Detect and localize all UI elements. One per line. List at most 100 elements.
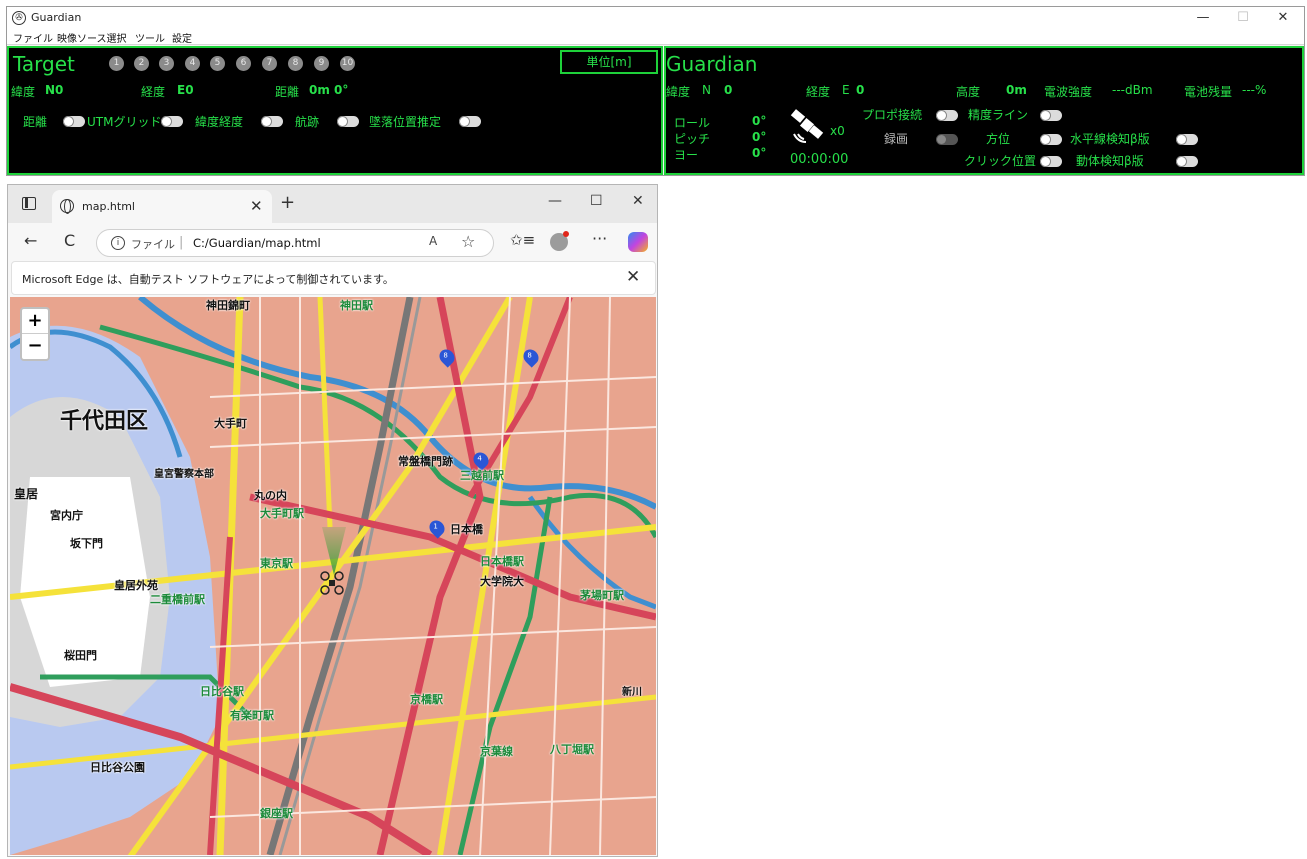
guardian-lat-n: N <box>702 83 711 97</box>
zoom-out-button[interactable]: − <box>22 334 48 359</box>
target-7-button[interactable]: 7 <box>262 56 277 71</box>
file-label: ファイル <box>131 238 175 251</box>
map-label-nijubashimae: 二重橋前駅 <box>150 593 205 606</box>
address-bar[interactable]: i ファイル | C:/Guardian/map.html A ☆ <box>96 229 494 257</box>
copilot-icon[interactable] <box>628 232 648 252</box>
unit-button[interactable]: 単位[m] <box>560 50 658 74</box>
altitude-label: 高度 <box>956 85 981 99</box>
app-menubar: ファイル 映像ソース選択 ツール 設定 <box>7 29 1304 45</box>
automation-infobar: Microsoft Edge は、自動テスト ソフトウェアによって制御されていま… <box>11 261 656 295</box>
map-label-nishikicho: 神田錦町 <box>206 299 250 312</box>
altitude-value: 0m <box>1006 83 1027 97</box>
yaw-label: ヨー <box>674 148 699 162</box>
map-label-sakashitamon: 坂下門 <box>70 537 103 550</box>
target-10-button[interactable]: 10 <box>340 56 355 71</box>
globe-icon <box>60 199 74 214</box>
map-label-mitsukoshimae: 三越前駅 <box>460 469 504 482</box>
toggle-propo[interactable] <box>936 110 958 121</box>
toggle-label-latlon: 緯度経度 <box>195 115 244 129</box>
target-2-button[interactable]: 2 <box>134 56 149 71</box>
profile-avatar-icon[interactable] <box>550 231 569 251</box>
map-label-daigakuin: 大学院大 <box>480 575 524 588</box>
app-close-button[interactable]: ✕ <box>1263 8 1303 28</box>
app-title: Guardian <box>31 11 82 24</box>
guardian-app-window: ✇ Guardian — ☐ ✕ ファイル 映像ソース選択 ツール 設定 Tar… <box>6 6 1305 176</box>
tab-actions-icon[interactable] <box>22 197 36 210</box>
url-text[interactable]: C:/Guardian/map.html <box>193 236 321 250</box>
target-lon-label: 経度 <box>141 85 166 99</box>
toggle-accuracy-line[interactable] <box>1040 110 1062 121</box>
map-view[interactable]: + − 8 8 4 1 千代田区 神田駅 神田錦町 大手町 大手町駅 丸の内 東… <box>10 297 656 855</box>
map-label-kanda: 神田駅 <box>340 299 373 312</box>
toggle-record[interactable] <box>936 134 958 145</box>
tab-title: map.html <box>82 200 135 213</box>
toggle-distance[interactable] <box>63 116 85 127</box>
record-label: 録画 <box>884 132 909 146</box>
read-aloud-icon[interactable]: A <box>429 234 437 248</box>
map-label-shinkawa: 新川 <box>622 687 642 698</box>
menu-settings[interactable]: 設定 <box>172 30 192 45</box>
infobar-close-icon[interactable]: ✕ <box>626 267 640 287</box>
toggle-label-crash: 墜落位置推定 <box>369 115 442 129</box>
propo-label: プロポ接続 <box>862 108 923 122</box>
zoom-in-button[interactable]: + <box>22 309 48 334</box>
browser-window: map.html ✕ + — ☐ ✕ ← C i ファイル | C:/Guard… <box>7 184 658 857</box>
target-9-button[interactable]: 9 <box>314 56 329 71</box>
target-3-button[interactable]: 3 <box>159 56 174 71</box>
zoom-control: + − <box>20 307 50 361</box>
toggle-utm[interactable] <box>161 116 183 127</box>
target-dist-label: 距離 <box>275 85 300 99</box>
map-label-kokyo: 皇居 <box>14 487 39 501</box>
map-label-hibiyakoen: 日比谷公園 <box>90 761 145 774</box>
menu-tools[interactable]: ツール <box>135 30 165 45</box>
tab-map[interactable]: map.html ✕ <box>52 190 272 223</box>
target-lon-value: E0 <box>177 83 194 97</box>
map-label-sakuradamon: 桜田門 <box>64 649 97 662</box>
browser-maximize-button[interactable]: ☐ <box>590 193 603 209</box>
app-minimize-button[interactable]: — <box>1183 8 1223 28</box>
browser-minimize-button[interactable]: — <box>548 193 562 209</box>
toggle-latlon[interactable] <box>261 116 283 127</box>
browser-close-button[interactable]: ✕ <box>632 193 644 209</box>
map-label-tokyo-station: 東京駅 <box>260 557 293 570</box>
toggle-label-utm: UTMグリッド <box>87 115 162 129</box>
infobar-text: Microsoft Edge は、自動テスト ソフトウェアによって制御されていま… <box>22 273 394 286</box>
map-label-kyobashi: 京橋駅 <box>410 693 443 706</box>
map-label-hatchobori: 八丁堀駅 <box>550 743 594 756</box>
more-menu-icon[interactable]: ··· <box>592 229 607 248</box>
target-1-button[interactable]: 1 <box>109 56 124 71</box>
target-8-button[interactable]: 8 <box>288 56 303 71</box>
accuracy-line-label: 精度ライン <box>968 108 1029 122</box>
menu-file[interactable]: ファイル <box>13 30 53 45</box>
toggle-horizon-detect[interactable] <box>1176 134 1198 145</box>
horizon-detect-label: 水平線検知β版 <box>1070 132 1150 146</box>
toggle-click-position[interactable] <box>1040 156 1062 167</box>
map-label-ward: 千代田区 <box>60 409 149 434</box>
flight-timer: 00:00:00 <box>790 152 849 167</box>
target-5-button[interactable]: 5 <box>210 56 225 71</box>
map-label-nihonbashi-station: 日本橋駅 <box>480 555 524 568</box>
guardian-lon-value: 0 <box>856 83 865 97</box>
battery-label: 電池残量 <box>1184 85 1233 99</box>
target-lat-label: 緯度 <box>11 85 36 99</box>
toggle-track[interactable] <box>337 116 359 127</box>
motion-detect-label: 動体検知β版 <box>1076 154 1144 168</box>
target-4-button[interactable]: 4 <box>185 56 200 71</box>
toggle-heading[interactable] <box>1040 134 1062 145</box>
favorite-star-icon[interactable]: ☆ <box>461 232 475 251</box>
guardian-panel: Guardian 緯度 N 0 経度 E 0 高度 0m 電波強度 ---dBm… <box>664 46 1304 175</box>
info-icon[interactable]: i <box>111 236 125 250</box>
favorites-icon[interactable]: ✩≡ <box>510 231 535 249</box>
new-tab-button[interactable]: + <box>280 192 295 213</box>
app-maximize-button[interactable]: ☐ <box>1223 8 1263 28</box>
target-6-button[interactable]: 6 <box>236 56 251 71</box>
back-button[interactable]: ← <box>24 231 37 250</box>
drone-icon[interactable] <box>320 571 344 595</box>
toggle-crash[interactable] <box>459 116 481 127</box>
guardian-lon-e: E <box>842 83 850 97</box>
reload-button[interactable]: C <box>64 231 75 250</box>
map-label-ginza: 銀座駅 <box>260 807 293 820</box>
toggle-motion-detect[interactable] <box>1176 156 1198 167</box>
menu-video-source[interactable]: 映像ソース選択 <box>57 30 127 45</box>
tab-close-icon[interactable]: ✕ <box>250 197 263 215</box>
